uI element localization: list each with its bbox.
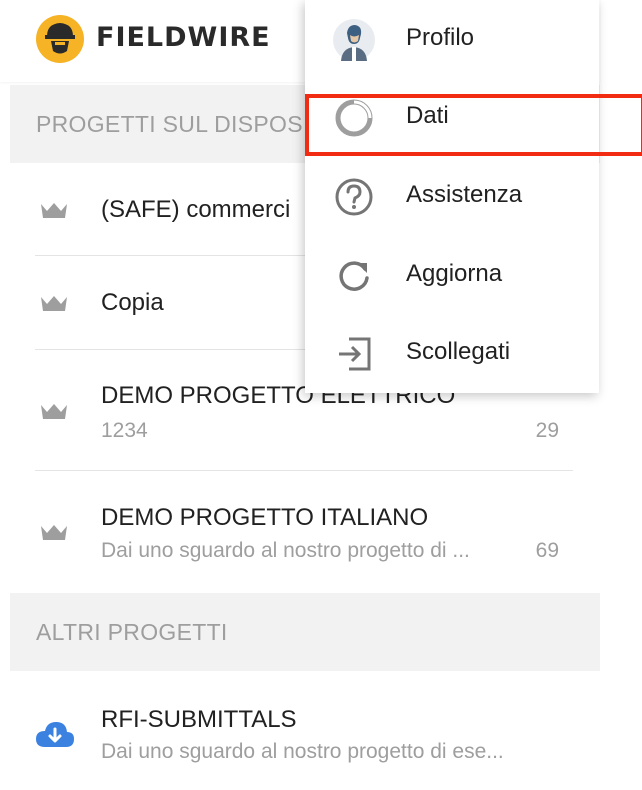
- project-row[interactable]: DEMO PROGETTO ITALIANO Dai uno sguardo a…: [35, 471, 573, 592]
- menu-label: Assistenza: [406, 181, 523, 208]
- menu-item-assistenza[interactable]: Assistenza: [305, 157, 599, 235]
- cloud-download-icon[interactable]: [35, 720, 75, 748]
- menu-label: Scollegati: [406, 338, 511, 365]
- project-subtitle: Dai uno sguardo al nostro progetto di ..…: [101, 539, 470, 562]
- menu-item-aggiorna[interactable]: Aggiorna: [305, 236, 599, 314]
- highlight-frame: [305, 94, 642, 156]
- project-count: 69: [535, 539, 559, 562]
- menu-item-scollegati[interactable]: Scollegati: [305, 314, 599, 392]
- project-row[interactable]: RFI-SUBMITTALS Dai uno sguardo al nostro…: [35, 672, 573, 790]
- project-count: 29: [535, 419, 559, 442]
- menu-label: Profilo: [406, 24, 475, 51]
- menu-label: Aggiorna: [406, 260, 503, 287]
- overflow-menu: Profilo Dati Assistenza Aggiorna Scolleg…: [305, 0, 599, 393]
- crown-icon: [41, 203, 67, 218]
- crown-icon: [41, 296, 67, 311]
- project-title: DEMO PROGETTO ITALIANO: [101, 504, 429, 531]
- refresh-icon: [339, 261, 369, 291]
- section-label: ALTRI PROGETTI: [36, 618, 228, 645]
- fieldwire-logo-icon: [36, 15, 84, 63]
- project-title: (SAFE) commerci: [101, 196, 291, 223]
- logout-icon: [339, 337, 371, 371]
- section-label: PROGETTI SUL DISPOS: [36, 110, 303, 137]
- avatar-icon: [333, 19, 375, 61]
- brand-name: FIELDWIRE: [96, 22, 271, 53]
- project-title: Copia: [101, 289, 164, 316]
- menu-item-profilo[interactable]: Profilo: [305, 0, 599, 78]
- crown-icon: [41, 525, 67, 540]
- project-subtitle: Dai uno sguardo al nostro progetto di es…: [101, 740, 504, 763]
- section-header-other: ALTRI PROGETTI: [10, 593, 600, 671]
- crown-icon: [41, 404, 67, 419]
- project-subtitle: 1234: [101, 419, 148, 442]
- project-title: RFI-SUBMITTALS: [101, 706, 297, 733]
- help-circle-icon: [335, 178, 373, 216]
